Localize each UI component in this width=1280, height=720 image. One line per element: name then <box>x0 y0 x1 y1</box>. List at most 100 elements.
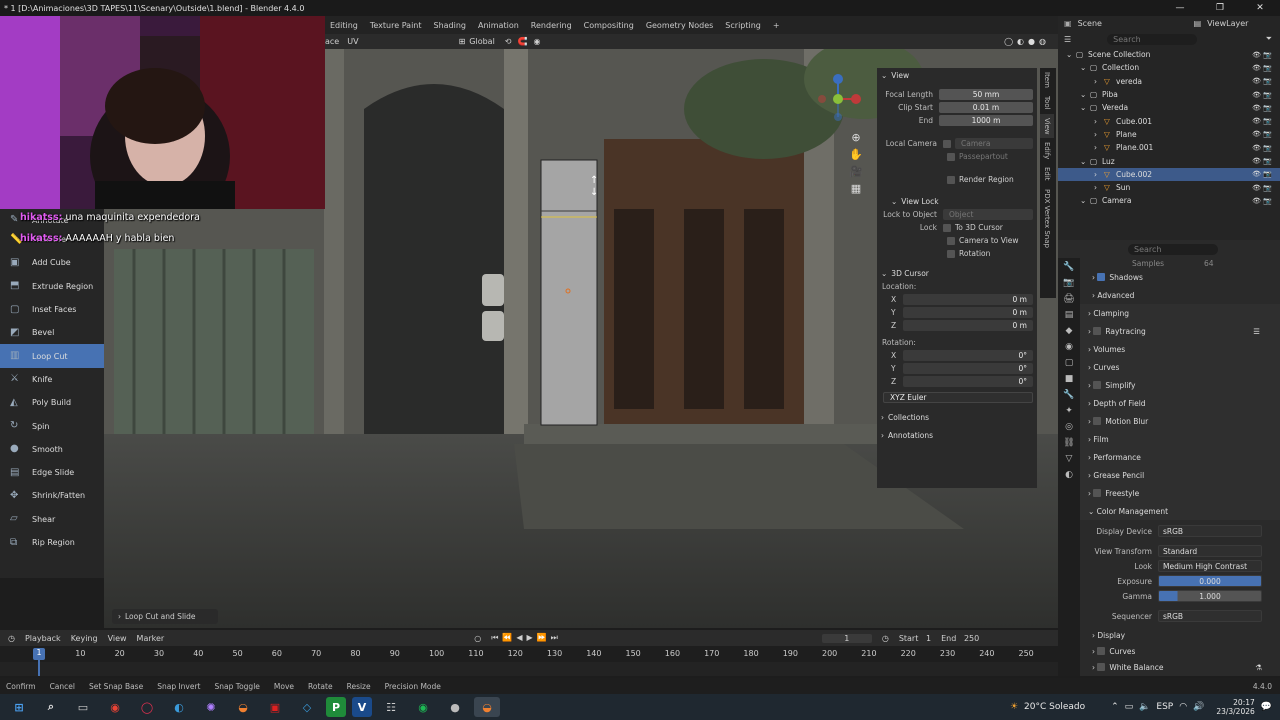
visibility-icon[interactable]: 👁 📷 <box>1252 91 1272 99</box>
tool-shear[interactable]: ▱ Shear <box>0 508 104 531</box>
windows-start-icon[interactable]: ⊞ <box>6 697 32 717</box>
outliner-item[interactable]: › ▽ Sun 👁 📷 <box>1058 181 1280 194</box>
cursor-location-z[interactable]: Z 0 m <box>877 319 1037 332</box>
outliner-item[interactable]: › ▽ vereda 👁 📷 <box>1058 75 1280 88</box>
display-subpanel[interactable]: › Display <box>1058 627 1280 643</box>
playback-controls[interactable]: ⏮⏪◀▶⏩⏭ <box>491 633 562 643</box>
cursor-rotation-z[interactable]: Z 0° <box>877 375 1037 388</box>
record-icon[interactable]: ○ <box>474 634 481 643</box>
tool-extrude-region[interactable]: ⬒ Extrude Region <box>0 275 104 298</box>
view-layer-name[interactable]: ViewLayer <box>1207 19 1248 28</box>
notification-icon[interactable]: 💬 <box>1261 702 1272 712</box>
playback-menu[interactable]: Playback <box>25 634 61 643</box>
visibility-icon[interactable]: 👁 📷 <box>1252 184 1272 192</box>
location-x-field[interactable]: 0 m <box>903 294 1033 305</box>
depth-of-field-panel[interactable]: › Depth of Field <box>1058 394 1280 412</box>
tool-spin[interactable]: ↻ Spin <box>0 414 104 437</box>
properties-search-input[interactable]: Search <box>1128 243 1218 255</box>
outliner-item[interactable]: ⌄ ▢ Collection 👁 📷 <box>1058 61 1280 74</box>
gamma-field[interactable]: 1.000 <box>1158 590 1262 602</box>
blender-active-icon[interactable]: ◒ <box>474 697 500 717</box>
axis-gizmo-icon[interactable] <box>814 71 864 121</box>
playhead[interactable]: 1 <box>33 648 45 660</box>
github-icon[interactable]: ● <box>442 697 468 717</box>
view-section-header[interactable]: ⌄ View <box>877 68 1037 82</box>
tool-inset-faces[interactable]: ▢ Inset Faces <box>0 298 104 321</box>
opera-icon[interactable]: ◯ <box>134 697 160 717</box>
tool-poly-build[interactable]: ◭ Poly Build <box>0 391 104 414</box>
chevron-icon[interactable]: ⌄ <box>1080 103 1090 112</box>
spotify-icon[interactable]: ◉ <box>410 697 436 717</box>
chevron-icon[interactable]: › <box>1094 117 1104 126</box>
blender-taskbar-icon[interactable]: ◒ <box>230 697 256 717</box>
rotation-mode-dropdown[interactable]: XYZ Euler <box>883 392 1033 403</box>
minimize-button[interactable]: — <box>1160 3 1200 13</box>
marker-menu[interactable]: Marker <box>137 634 165 643</box>
annotations-header[interactable]: › Annotations <box>877 428 1037 442</box>
visual-studio-icon[interactable]: V <box>352 697 372 717</box>
white-balance-subpanel[interactable]: › White Balance ⚗ <box>1058 659 1280 675</box>
tab-edit[interactable]: Edit <box>1040 163 1054 185</box>
curves-subpanel[interactable]: › Curves <box>1058 643 1280 659</box>
list-icon[interactable]: ☰ <box>1253 327 1260 336</box>
wifi-icon[interactable]: ◠ <box>1179 702 1187 712</box>
clip-end-field[interactable]: 1000 m <box>939 115 1033 126</box>
tool-tab-icon[interactable]: 🔧 <box>1063 262 1074 272</box>
end-frame-field[interactable]: End 250 <box>941 634 979 643</box>
3d-cursor-header[interactable]: ⌄ 3D Cursor <box>877 266 1037 280</box>
outliner-item[interactable]: › ▽ Cube.002 👁 📷 <box>1058 167 1280 181</box>
chevron-icon[interactable]: › <box>1094 77 1104 86</box>
tab-geometry-nodes[interactable]: Geometry Nodes <box>646 21 713 30</box>
chrome-icon[interactable]: ◉ <box>102 697 128 717</box>
cursor-location-y[interactable]: Y 0 m <box>877 306 1037 319</box>
face-menu[interactable]: ace <box>325 37 339 46</box>
scene-tab-icon[interactable]: ◆ <box>1066 326 1073 336</box>
zoom-icon[interactable]: ⊕ <box>851 131 860 144</box>
volumes-panel[interactable]: › Volumes <box>1058 340 1280 358</box>
outliner-item[interactable]: ⌄ ▢ Piba 👁 📷 <box>1058 88 1280 101</box>
proportional-edit-icon[interactable]: ◉ <box>533 37 540 46</box>
chevron-icon[interactable]: ⌄ <box>1080 196 1090 205</box>
language-indicator[interactable]: ESP <box>1156 702 1173 712</box>
motion-blur-checkbox[interactable] <box>1093 417 1102 425</box>
tab-pdx-vertex-snap[interactable]: PDX Vertex Snap <box>1040 185 1054 252</box>
visibility-icon[interactable]: 👁 📷 <box>1252 157 1272 165</box>
editor-type-icon[interactable]: ◷ <box>8 634 15 643</box>
cursor-location-x[interactable]: X 0 m <box>877 293 1037 306</box>
tool-bevel[interactable]: ◩ Bevel <box>0 321 104 344</box>
vscode-icon[interactable]: ◇ <box>294 697 320 717</box>
performance-panel[interactable]: › Performance <box>1058 448 1280 466</box>
visibility-icon[interactable]: 👁 📷 <box>1252 197 1272 205</box>
filter-icon[interactable]: ⏷ <box>1266 34 1272 44</box>
view-layer-tab-icon[interactable]: ▤ <box>1065 310 1074 320</box>
shadows-panel[interactable]: › Shadows <box>1058 268 1280 286</box>
timeline-ruler[interactable]: 1102030405060708090100110120130140150160… <box>0 646 1058 676</box>
material-tab-icon[interactable]: ◐ <box>1065 470 1073 480</box>
search-icon[interactable]: ⌕ <box>38 697 64 717</box>
focal-length-field[interactable]: 50 mm <box>939 89 1033 100</box>
passepartout-checkbox[interactable] <box>947 152 955 161</box>
pycharm-icon[interactable]: P <box>326 697 346 717</box>
visibility-icon[interactable]: 👁 📷 <box>1252 104 1272 112</box>
visibility-icon[interactable]: 👁 📷 <box>1252 77 1272 85</box>
outliner-item[interactable]: ⌄ ▢ Luz 👁 📷 <box>1058 154 1280 167</box>
local-camera-checkbox[interactable] <box>943 139 951 148</box>
data-tab-icon[interactable]: ▽ <box>1066 454 1073 464</box>
tab-view[interactable]: View <box>1040 113 1054 139</box>
clock[interactable]: 20:17 23/3/2026 <box>1216 698 1254 716</box>
current-frame-field[interactable]: 1 <box>821 633 872 643</box>
pivot-icon[interactable]: ⟲ <box>505 37 512 46</box>
raytracing-checkbox[interactable] <box>1093 327 1102 335</box>
close-button[interactable]: ✕ <box>1240 3 1280 13</box>
obs-icon[interactable]: ▣ <box>262 697 288 717</box>
modifier-tab-icon[interactable]: 🔧 <box>1063 390 1074 400</box>
visibility-icon[interactable]: 👁 📷 <box>1252 144 1272 152</box>
world-tab-icon[interactable]: ◉ <box>1065 342 1073 352</box>
simplify-checkbox[interactable] <box>1093 381 1102 389</box>
tab-texture-paint[interactable]: Texture Paint <box>370 21 422 30</box>
edge-icon[interactable]: ◐ <box>166 697 192 717</box>
cursor-rotation-y[interactable]: Y 0° <box>877 362 1037 375</box>
tool-edge-slide[interactable]: ▤ Edge Slide <box>0 461 104 484</box>
curves-panel[interactable]: › Curves <box>1058 358 1280 376</box>
outliner-item[interactable]: ⌄ ▢ Vereda 👁 📷 <box>1058 101 1280 114</box>
